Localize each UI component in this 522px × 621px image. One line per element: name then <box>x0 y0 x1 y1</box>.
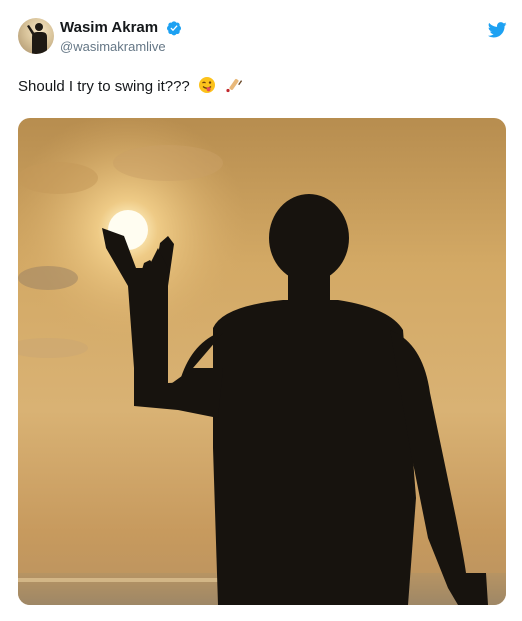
author-name[interactable]: Wasim Akram <box>60 19 158 36</box>
sunset-silhouette-image <box>18 118 506 605</box>
author-handle[interactable]: @wasimakramlive <box>60 39 166 54</box>
twitter-bird-icon[interactable] <box>488 22 507 38</box>
tweet-text-content: Should I try to swing it??? <box>18 78 190 95</box>
tweet-photo[interactable] <box>18 118 506 605</box>
avatar[interactable] <box>18 18 54 54</box>
tweet-text: Should I try to swing it??? <box>18 76 243 95</box>
avatar-silhouette <box>27 23 47 54</box>
winking-face-with-tongue-icon <box>198 77 215 93</box>
tweet-card: Wasim Akram @wasimakramlive Should I try… <box>0 0 522 621</box>
verified-badge-icon <box>167 21 181 36</box>
cricket-bat-icon <box>226 78 243 93</box>
